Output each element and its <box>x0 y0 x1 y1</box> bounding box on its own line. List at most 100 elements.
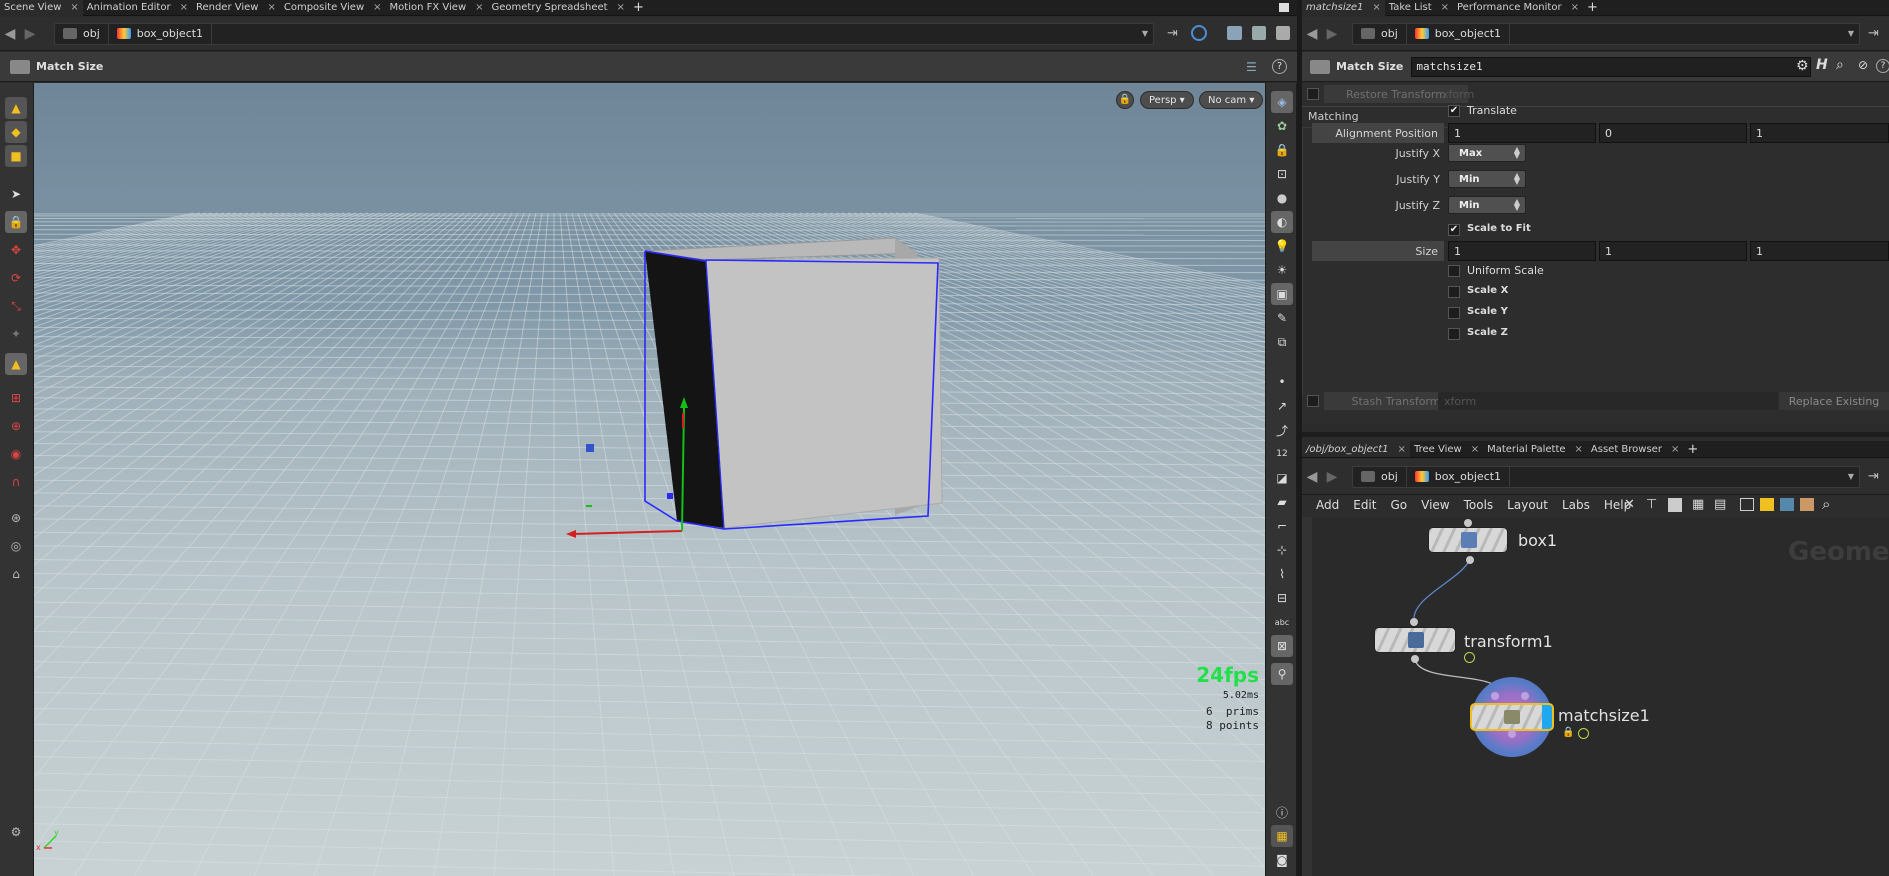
input-connector[interactable] <box>1521 692 1529 700</box>
camera-display-icon[interactable]: ⧉ <box>1271 331 1293 353</box>
output-connector[interactable] <box>1508 730 1516 738</box>
template-lock-icon[interactable]: 🔒 <box>1271 139 1293 161</box>
network-editor[interactable]: Geometr box1 transform1 matchsize1 🔒 <box>1312 517 1889 876</box>
close-icon[interactable]: × <box>475 2 483 13</box>
node-transform1[interactable] <box>1374 627 1456 653</box>
info-icon[interactable]: ⓘ <box>1271 801 1293 823</box>
headlight-icon[interactable]: ☀ <box>1271 259 1293 281</box>
scale-y-toggle[interactable] <box>1448 307 1460 319</box>
menu-go[interactable]: Go <box>1390 498 1407 512</box>
forward-arrow-icon[interactable]: ▶ <box>1322 26 1342 42</box>
select-dynamics-icon[interactable]: ■ <box>5 145 27 167</box>
tab-composite-view[interactable]: Composite View × <box>280 0 386 16</box>
chevron-down-icon[interactable]: ▼ <box>1142 29 1148 38</box>
justify-y-select[interactable]: Min ▲ ▼ <box>1448 170 1526 188</box>
stash-transform-toggle[interactable] <box>1307 395 1319 407</box>
close-icon[interactable]: × <box>373 2 381 13</box>
tab-performance-monitor[interactable]: Performance Monitor × <box>1453 0 1583 16</box>
scale-tool-icon[interactable]: ⤡ <box>5 295 27 317</box>
back-arrow-icon[interactable]: ◀ <box>0 26 20 42</box>
path-field[interactable]: obj box_object1 ▼ <box>1352 22 1860 45</box>
tab-material-palette[interactable]: Material Palette × <box>1483 441 1587 457</box>
background-icon[interactable]: ▣ <box>1271 283 1293 305</box>
wireframe-icon[interactable]: ◐ <box>1271 211 1293 233</box>
view-icon[interactable] <box>1227 26 1242 40</box>
point-display-icon[interactable]: • <box>1271 371 1293 393</box>
menu-add[interactable]: Add <box>1316 498 1339 512</box>
tab-take-list[interactable]: Take List × <box>1385 0 1453 16</box>
edge-display-icon[interactable]: ⌐ <box>1271 515 1293 537</box>
close-icon[interactable]: × <box>70 2 78 13</box>
grid-icon[interactable]: ▦ <box>1692 497 1704 512</box>
path-context[interactable]: obj <box>1353 22 1407 45</box>
profile-display-icon[interactable]: ⊟ <box>1271 587 1293 609</box>
gear-icon[interactable]: ⚙ <box>1796 58 1809 74</box>
close-icon[interactable]: × <box>1671 444 1679 455</box>
camera-tool-icon[interactable]: ◎ <box>5 535 27 557</box>
forward-arrow-icon[interactable]: ▶ <box>1322 469 1342 485</box>
options-icon[interactable] <box>1276 26 1290 40</box>
add-tab-button[interactable]: + <box>633 0 644 15</box>
tab-asset-browser[interactable]: Asset Browser × <box>1587 441 1683 457</box>
close-icon[interactable]: × <box>180 2 188 13</box>
output-connector[interactable] <box>1411 655 1419 663</box>
input-connector[interactable] <box>1464 519 1472 527</box>
screenshot-icon[interactable]: ◙ <box>1271 849 1293 871</box>
pane-menu-icon[interactable] <box>1279 3 1289 12</box>
curve-display-icon[interactable]: ⌇ <box>1271 563 1293 585</box>
close-icon[interactable]: × <box>1571 2 1579 13</box>
snap-grid-icon[interactable]: ⊞ <box>5 387 27 409</box>
hull-display-icon[interactable]: ⊹ <box>1271 539 1293 561</box>
point-normal-icon[interactable]: ⤴ <box>1271 419 1293 441</box>
lock-icon[interactable]: 🔒 <box>5 211 27 233</box>
select-objects-icon[interactable]: ▲ <box>5 97 27 119</box>
text-display-icon[interactable]: abc <box>1271 611 1293 633</box>
size-x[interactable]: 1 <box>1448 241 1596 261</box>
add-tab-button[interactable]: + <box>1687 442 1698 457</box>
tab-geometry-spreadsheet[interactable]: Geometry Spreadsheet × <box>488 0 629 16</box>
node-box1[interactable] <box>1428 527 1508 553</box>
pane-splitter[interactable] <box>1302 432 1889 437</box>
render-region-icon[interactable]: ⌂ <box>5 563 27 585</box>
scale-z-toggle[interactable] <box>1448 328 1460 340</box>
path-field[interactable]: obj box_object1 ▼ <box>1352 465 1860 488</box>
chevron-down-icon[interactable]: ▼ <box>1848 29 1854 38</box>
pivot-handle[interactable] <box>586 444 594 452</box>
link-icon[interactable] <box>1191 25 1207 41</box>
scale-x-toggle[interactable] <box>1448 286 1460 298</box>
help-icon[interactable]: ? <box>1876 59 1889 73</box>
uniform-scale-toggle[interactable] <box>1448 265 1460 277</box>
frame-icon[interactable]: ⊡ <box>1271 163 1293 185</box>
view-tool-icon[interactable]: ⊛ <box>5 507 27 529</box>
close-icon[interactable]: × <box>1398 444 1406 455</box>
display-icon[interactable] <box>1252 26 1266 40</box>
display-flag[interactable] <box>1542 705 1552 729</box>
alignment-position-y[interactable]: 0 <box>1599 123 1747 143</box>
menu-tools[interactable]: Tools <box>1464 498 1494 512</box>
grid-settings-icon[interactable]: ⚙ <box>5 821 27 843</box>
search-icon[interactable]: ⌕ <box>1836 57 1844 73</box>
path-node[interactable]: box_object1 <box>1407 22 1511 45</box>
select-geometry-icon[interactable]: ◆ <box>5 121 27 143</box>
alignment-position-z[interactable]: 1 <box>1750 123 1889 143</box>
back-arrow-icon[interactable]: ◀ <box>1302 26 1322 42</box>
restore-transform-toggle[interactable] <box>1307 88 1319 100</box>
camera-menu-button[interactable]: No cam ▾ <box>1199 91 1264 109</box>
justify-x-select[interactable]: Max ▲ ▼ <box>1448 144 1526 162</box>
menu-layout[interactable]: Layout <box>1507 498 1548 512</box>
scene-viewport[interactable]: 🔒 Persp ▾ No cam ▾ 24fps 5.02ms 6 prims … <box>34 83 1265 876</box>
uv-display-icon[interactable]: ◪ <box>1271 467 1293 489</box>
menu-labs[interactable]: Labs <box>1562 498 1590 512</box>
pin-icon[interactable]: ⇥ <box>1868 469 1879 484</box>
point-number-icon[interactable]: 12 <box>1271 443 1293 465</box>
handle-tool-icon[interactable]: ▲ <box>5 353 27 375</box>
tab-animation-editor[interactable]: Animation Editor × <box>83 0 192 16</box>
close-icon[interactable]: × <box>617 2 625 13</box>
path-context[interactable]: obj <box>55 22 109 45</box>
select-tool-icon[interactable]: ➤ <box>5 183 27 205</box>
path-context[interactable]: obj <box>1353 465 1407 488</box>
back-arrow-icon[interactable]: ◀ <box>1302 469 1322 485</box>
size-z[interactable]: 1 <box>1750 241 1889 261</box>
pin-location-icon[interactable]: ⚲ <box>1271 663 1293 685</box>
justify-z-select[interactable]: Min ▲ ▼ <box>1448 196 1526 214</box>
